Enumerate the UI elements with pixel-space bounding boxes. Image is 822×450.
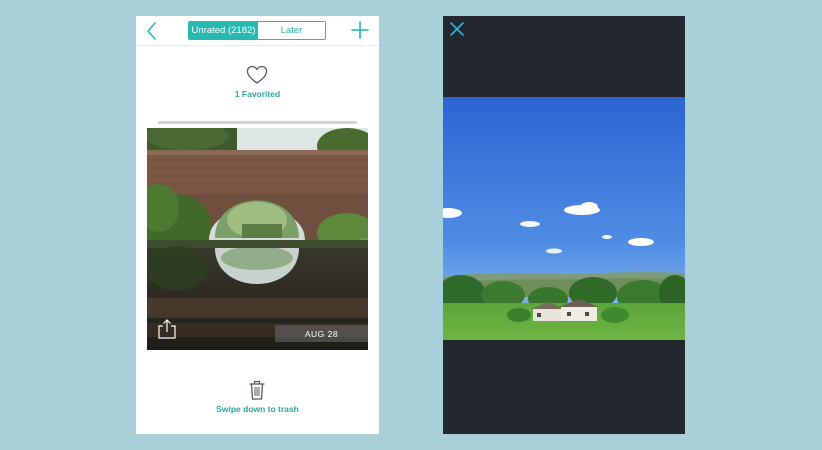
left-screen: Unrated (2182) Later 1 Favorited AUG 28 … <box>136 16 379 434</box>
heart-icon <box>246 65 268 84</box>
trash-icon <box>249 380 265 400</box>
close-button[interactable] <box>449 21 465 37</box>
tab-unrated[interactable]: Unrated (2182) <box>189 22 258 39</box>
share-icon <box>158 319 176 339</box>
share-button[interactable] <box>156 318 178 340</box>
rating-segmented-control: Unrated (2182) Later <box>188 21 326 40</box>
top-bar: Unrated (2182) Later <box>136 16 379 46</box>
photo-card[interactable]: AUG 28 <box>147 128 368 350</box>
right-screen <box>443 16 685 434</box>
landscape-photo <box>443 97 685 340</box>
plus-icon <box>351 21 369 39</box>
chevron-left-icon <box>147 22 156 40</box>
back-button[interactable] <box>144 20 160 42</box>
photo-date-badge: AUG 28 <box>275 325 368 342</box>
tab-later[interactable]: Later <box>258 22 325 39</box>
trash-button[interactable] <box>248 379 266 401</box>
favorite-button[interactable] <box>246 65 268 85</box>
favorited-count: 1 Favorited <box>234 89 281 99</box>
trash-hint: Swipe down to trash <box>216 404 299 414</box>
card-stack-edge <box>158 121 357 124</box>
bridge-photo <box>147 128 368 350</box>
fullscreen-photo[interactable] <box>443 97 685 340</box>
add-button[interactable] <box>350 20 370 40</box>
close-icon <box>450 22 464 36</box>
